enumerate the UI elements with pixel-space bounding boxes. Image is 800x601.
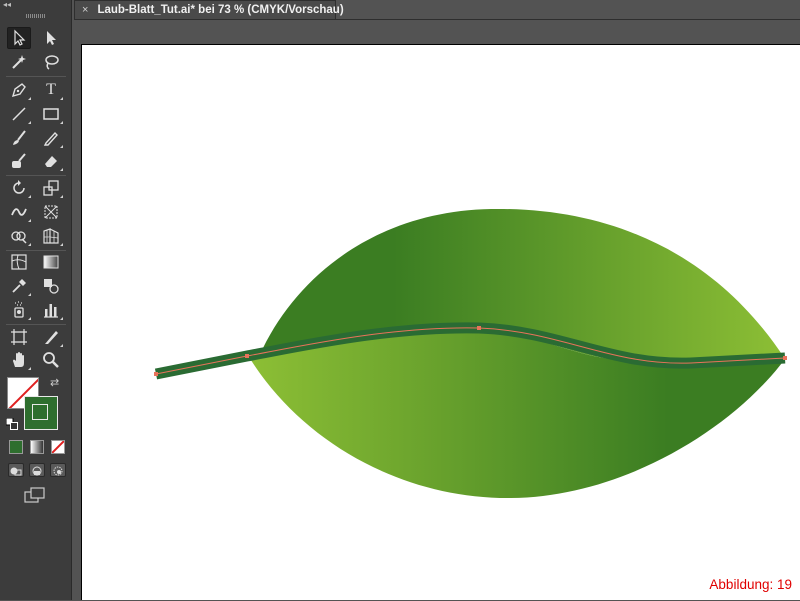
anchor-point[interactable] [477, 326, 481, 330]
leaf-artwork[interactable] [1, 1, 800, 601]
anchor-point[interactable] [245, 354, 249, 358]
canvas-area[interactable]: Abbildung: 19 [73, 20, 800, 600]
anchor-point[interactable] [154, 372, 158, 376]
artboard[interactable]: Abbildung: 19 [81, 44, 800, 600]
anchor-point[interactable] [783, 356, 787, 360]
figure-caption: Abbildung: 19 [709, 577, 792, 592]
